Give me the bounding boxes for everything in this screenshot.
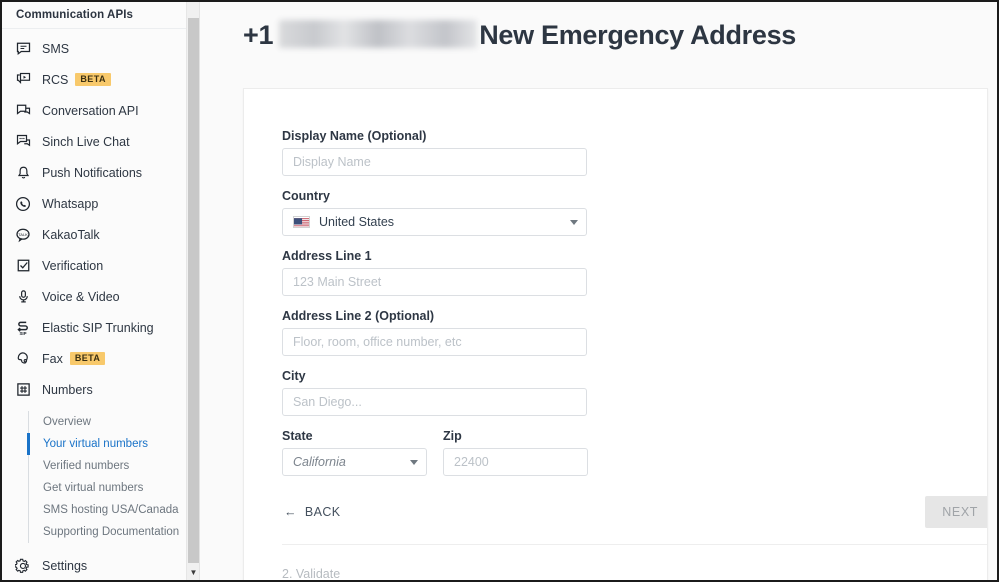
country-code: +1 (243, 20, 274, 50)
address-line-2-input[interactable] (282, 328, 587, 356)
address-line-1-field-group: Address Line 1 (282, 249, 987, 296)
next-button[interactable]: NEXT (925, 496, 987, 528)
back-button[interactable]: ← BACK (282, 499, 343, 525)
state-label: State (282, 429, 313, 443)
microphone-icon (12, 287, 34, 307)
sidebar-subitem-verified-numbers[interactable]: Verified numbers (27, 455, 199, 477)
sidebar-item-label: Voice & Video (42, 289, 120, 304)
conversation-icon (12, 101, 34, 121)
whatsapp-icon (12, 194, 34, 214)
zip-input[interactable] (443, 448, 588, 476)
sidebar-item-label: SMS (42, 41, 70, 56)
sidebar-subitem-your-virtual-numbers[interactable]: Your virtual numbers (27, 433, 199, 455)
svg-text:SIP: SIP (19, 331, 26, 336)
us-flag-icon (293, 216, 310, 228)
sms-icon (12, 39, 34, 59)
sidebar-item-elastic-sip-trunking[interactable]: SIP Elastic SIP Trunking (2, 312, 199, 343)
sidebar-item-label: RCS (42, 72, 69, 87)
sidebar-item-label: Conversation API (42, 103, 139, 118)
sidebar-item-kakaotalk[interactable]: TALK KakaoTalk (2, 219, 199, 250)
sidebar-scrollbar-thumb[interactable] (188, 18, 199, 563)
step-2-validate-label: 2. Validate (282, 567, 341, 580)
sidebar: Communication APIs SMS RCS BETA Conversa… (2, 2, 200, 580)
back-button-label: BACK (304, 505, 341, 519)
zip-label: Zip (443, 429, 462, 443)
city-label: City (282, 369, 306, 383)
state-zip-row: State California Zip (282, 429, 987, 476)
bell-icon (12, 163, 34, 183)
beta-badge: BETA (75, 73, 111, 86)
live-chat-icon (12, 132, 34, 152)
city-input[interactable] (282, 388, 587, 416)
city-field-group: City (282, 369, 987, 416)
display-name-input[interactable] (282, 148, 587, 176)
sidebar-scrollbar-track[interactable]: ▼ (186, 2, 199, 580)
address-line-1-label: Address Line 1 (282, 249, 372, 263)
sip-icon: SIP (12, 318, 34, 338)
sidebar-item-label: Verification (42, 258, 104, 273)
state-selected-value: California (293, 455, 346, 469)
sidebar-item-label: Whatsapp (42, 196, 99, 211)
beta-badge: BETA (69, 352, 106, 365)
state-field-group: State California (282, 429, 427, 476)
address-line-1-input[interactable] (282, 268, 587, 296)
display-name-label: Display Name (Optional) (282, 129, 427, 143)
app-window: Communication APIs SMS RCS BETA Conversa… (0, 0, 999, 582)
sidebar-subitem-get-virtual-numbers[interactable]: Get virtual numbers (27, 477, 199, 499)
main-content: +1 New Emergency Address Display Name (O… (200, 2, 997, 580)
sidebar-item-rcs[interactable]: RCS BETA (2, 64, 199, 95)
address-line-2-label: Address Line 2 (Optional) (282, 309, 435, 323)
sidebar-item-whatsapp[interactable]: Whatsapp (2, 188, 199, 219)
checkbox-icon (12, 256, 34, 276)
chevron-down-icon (410, 459, 418, 465)
emergency-address-card: Display Name (Optional) Country (243, 88, 988, 580)
numbers-icon (12, 380, 34, 400)
sidebar-item-numbers[interactable]: Numbers (2, 374, 199, 405)
sidebar-item-settings[interactable]: Settings (2, 551, 188, 580)
sidebar-item-label: Push Notifications (42, 165, 143, 180)
chevron-down-icon (570, 219, 578, 225)
country-label: Country (282, 189, 330, 203)
fax-icon (12, 349, 34, 369)
sidebar-item-verification[interactable]: Verification (2, 250, 199, 281)
sidebar-subitem-overview[interactable]: Overview (27, 411, 199, 433)
page-title-text: New Emergency Address (479, 20, 797, 50)
sidebar-item-label: Elastic SIP Trunking (42, 320, 154, 335)
country-field-group: Country United States (282, 189, 987, 236)
form-actions: ← BACK NEXT (282, 496, 987, 528)
zip-field-group: Zip (443, 429, 588, 476)
sidebar-item-label: Sinch Live Chat (42, 134, 130, 149)
state-select[interactable]: California (282, 448, 427, 476)
sidebar-subitem-sms-hosting[interactable]: SMS hosting USA/Canada (27, 499, 199, 521)
sidebar-subnav: Overview Your virtual numbers Verified n… (27, 411, 199, 543)
sidebar-item-label: Settings (42, 558, 88, 573)
svg-text:TALK: TALK (18, 231, 28, 236)
country-select[interactable]: United States (282, 208, 587, 236)
page-title: +1 New Emergency Address (200, 2, 997, 61)
address-line-2-field-group: Address Line 2 (Optional) (282, 309, 987, 356)
display-name-field-group: Display Name (Optional) (282, 129, 987, 176)
redacted-phone-number (279, 20, 478, 48)
sidebar-nav-list: SMS RCS BETA Conversation API Sinch Live… (2, 29, 199, 543)
sidebar-item-fax[interactable]: Fax BETA (2, 343, 199, 374)
sidebar-item-label: KakaoTalk (42, 227, 100, 242)
kakaotalk-icon: TALK (12, 225, 34, 245)
sidebar-subitem-supporting-documentation[interactable]: Supporting Documentation (27, 521, 199, 543)
sidebar-heading: Communication APIs (2, 2, 199, 29)
sidebar-item-conversation-api[interactable]: Conversation API (2, 95, 199, 126)
sidebar-item-label: Numbers (42, 382, 93, 397)
sidebar-item-sinch-live-chat[interactable]: Sinch Live Chat (2, 126, 199, 157)
sidebar-item-push-notifications[interactable]: Push Notifications (2, 157, 199, 188)
sidebar-item-label: Fax (42, 351, 63, 366)
sidebar-item-sms[interactable]: SMS (2, 33, 199, 64)
sidebar-item-voice-video[interactable]: Voice & Video (2, 281, 199, 312)
gear-icon (12, 556, 34, 576)
arrow-left-icon: ← (284, 505, 297, 519)
chevron-down-icon[interactable]: ▼ (187, 564, 199, 580)
rcs-icon (12, 70, 34, 90)
country-selected-value: United States (319, 215, 395, 229)
